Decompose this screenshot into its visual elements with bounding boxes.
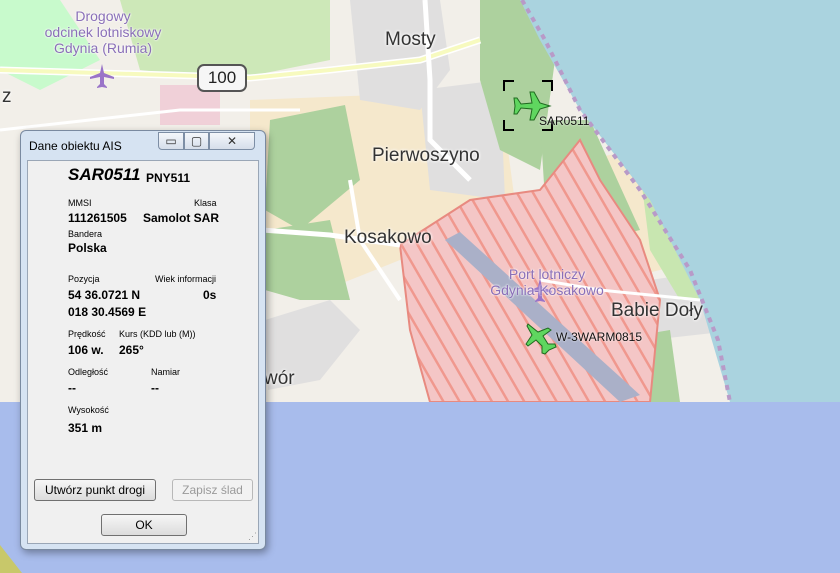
pozycja-lon-value: 018 30.4569 E [68,305,147,319]
town-label-mosty: Mosty [385,29,436,50]
namiar-label: Namiar [151,367,181,377]
airport-label-kosakowo: Port lotniczy Gdynia-Kosakowo [490,266,604,298]
close-button[interactable]: ✕ [209,132,255,150]
mmsi-label: MMSI [68,198,92,208]
minimize-icon: ▭ [165,134,177,148]
save-track-button[interactable]: Zapisz ślad [172,479,253,501]
maximize-icon: ▢ [190,134,203,148]
wysokosc-label: Wysokość [68,405,109,415]
ok-button[interactable]: OK [101,514,187,536]
minimize-button[interactable]: ▭ [158,132,184,150]
town-label-kosakowo: Kosakowo [344,227,432,248]
create-waypoint-button[interactable]: Utwórz punkt drogi [34,479,156,501]
wiek-label: Wiek informacji [155,274,217,284]
kurs-label: Kurs (KDD lub (M)) [119,329,196,339]
kurs-value: 265° [119,343,144,357]
close-icon: ✕ [226,134,238,148]
aircraft-label-sar0511: SAR0511 [539,114,590,128]
klasa-value: Samolot SAR [143,211,220,225]
resize-grip-icon[interactable]: ⋰ [248,531,257,542]
predkosc-value: 106 w. [68,343,104,357]
town-label-partial-left: z [2,86,12,107]
klasa-label: Klasa [194,198,217,208]
airport-icon [90,64,114,88]
town-label-partial: wór [264,368,295,389]
vessel-callsign: PNY511 [146,171,191,185]
ais-object-dialog: Dane obiektu AIS ▭ ▢ ✕ SAR0511 PNY511 MM… [20,130,266,550]
dialog-content: SAR0511 PNY511 MMSI 111261505 Klasa Samo… [27,160,259,544]
bandera-value: Polska [68,241,107,255]
pozycja-lat-value: 54 36.0721 N [68,288,141,302]
town-label-pierwoszyno: Pierwoszyno [372,145,480,166]
maximize-button[interactable]: ▢ [184,132,209,150]
vessel-name: SAR0511 [68,165,141,184]
pozycja-label: Pozycja [68,274,100,284]
road-number-shield: 100 [197,64,247,92]
mmsi-value: 111261505 [68,211,127,225]
town-label-babie-doly: Babie Doły [611,300,703,321]
wysokosc-value: 351 m [68,421,103,435]
dialog-title: Dane obiektu AIS [29,139,122,153]
aircraft-icon-w3warm0815[interactable] [524,320,560,356]
bandera-label: Bandera [68,229,103,239]
lower-corner-decoration [0,545,22,573]
predkosc-label: Prędkość [68,329,106,339]
airport-label-drogowy: Drogowy odcinek lotniskowy Gdynia (Rumia… [44,8,162,56]
dialog-titlebar[interactable]: Dane obiektu AIS ▭ ▢ ✕ [21,131,265,159]
aircraft-label-w3warm0815: W-3WARM0815 [556,330,643,344]
odleglosc-value: -- [68,381,76,395]
namiar-value: -- [151,381,159,395]
odleglosc-label: Odległość [68,367,109,377]
wiek-value: 0s [203,288,217,302]
